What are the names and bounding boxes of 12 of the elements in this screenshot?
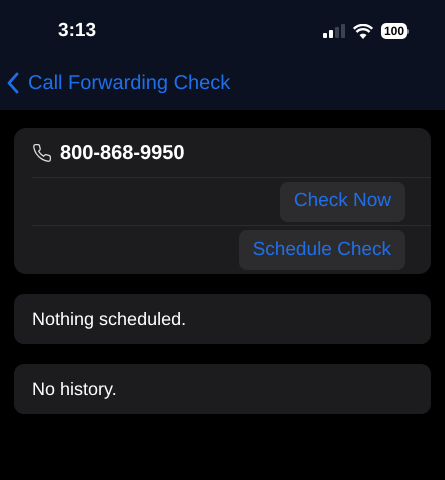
- action-button[interactable]: Schedule Check: [238, 230, 405, 270]
- schedule-text: Nothing scheduled.: [32, 308, 186, 331]
- phone-icon: [32, 142, 52, 162]
- wifi-icon: [352, 24, 373, 38]
- phone-number: 800-868-9950: [60, 140, 185, 166]
- back-chevron-icon: [6, 72, 20, 94]
- action-button[interactable]: Check Now: [280, 182, 405, 222]
- history-text: No history.: [32, 378, 117, 401]
- battery-icon: 100: [380, 23, 409, 39]
- status-time: 3:13: [58, 18, 96, 43]
- back-button[interactable]: Call Forwarding Check: [0, 68, 230, 98]
- signal-icon: [322, 24, 345, 38]
